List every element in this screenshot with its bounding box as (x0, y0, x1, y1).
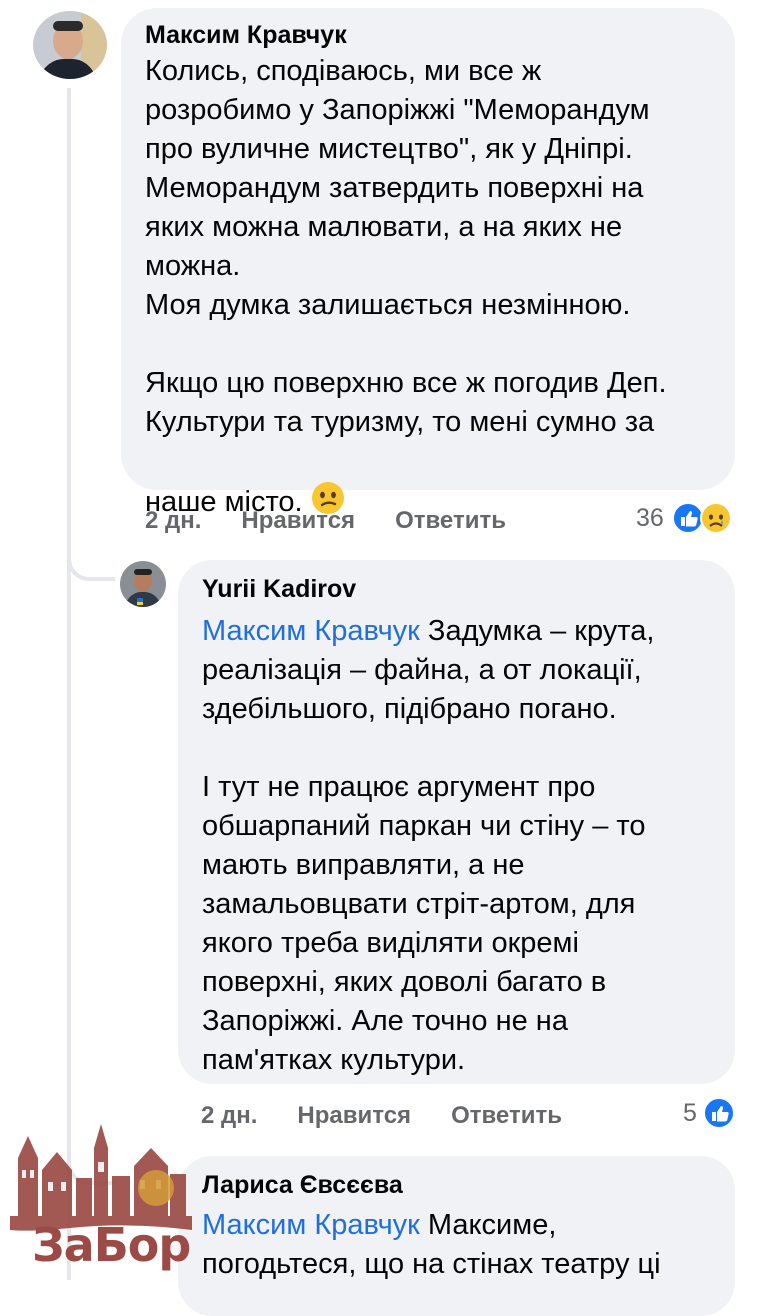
comment-author[interactable]: Максим Кравчук (145, 18, 710, 52)
comment-text: Максим Кравчук Задумка – крута, реалізац… (202, 612, 713, 1080)
comment-body: Задумка – крута, реалізація – файна, а о… (202, 615, 655, 1076)
reply-connector (67, 545, 115, 581)
mention-link[interactable]: Максим Кравчук (202, 1209, 420, 1241)
thread-line (67, 88, 71, 1280)
reaction-count: 36 (636, 503, 664, 532)
watermark-logo: ЗаБор (10, 1118, 192, 1276)
comment-author[interactable]: Yurii Kadirov (202, 572, 713, 606)
timestamp[interactable]: 2 дн. (145, 507, 201, 535)
comment-text: Максим Кравчук Максиме, погодьтеся, що н… (202, 1206, 713, 1284)
avatar[interactable] (120, 561, 166, 607)
reply-button[interactable]: Ответить (451, 1102, 562, 1130)
mention-link[interactable]: Максим Кравчук (202, 615, 420, 647)
like-button[interactable]: Нравится (241, 507, 355, 535)
comment-body: Колись, сподіваюсь, ми все ж розробимо у… (145, 55, 667, 518)
reactions-summary[interactable]: 36 (636, 502, 732, 534)
timestamp[interactable]: 2 дн. (201, 1102, 257, 1130)
comment-bubble: Yurii Kadirov Максим Кравчук Задумка – к… (178, 560, 735, 1084)
avatar[interactable] (33, 11, 107, 79)
comment-bubble: Максим Кравчук Колись, сподіваюсь, ми вс… (121, 8, 735, 518)
comment-text: Колись, сподіваюсь, ми все ж розробимо у… (145, 52, 710, 526)
like-button[interactable]: Нравится (297, 1102, 411, 1130)
reaction-count: 5 (683, 1098, 697, 1127)
reactions-summary[interactable]: 5 (683, 1097, 735, 1129)
comment-actions: 2 дн. Нравится Ответить (201, 1102, 602, 1130)
sad-icon (699, 502, 732, 534)
comment-bubble: Лариса Євсєєва Максим Кравчук Максиме, п… (178, 1156, 735, 1316)
watermark-text: ЗаБор (32, 1218, 191, 1272)
reply-button[interactable]: Ответить (395, 507, 506, 535)
like-icon (702, 1097, 735, 1129)
comment-author[interactable]: Лариса Євсєєва (202, 1168, 713, 1202)
comment-actions: 2 дн. Нравится Ответить (145, 507, 546, 535)
